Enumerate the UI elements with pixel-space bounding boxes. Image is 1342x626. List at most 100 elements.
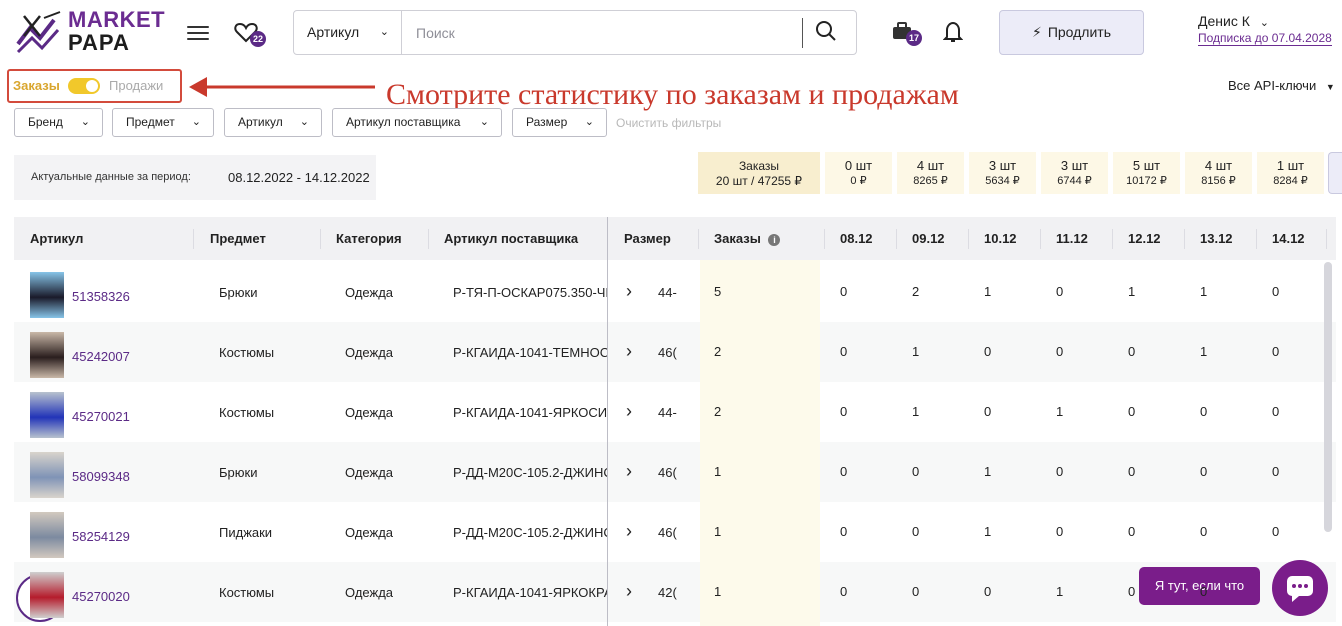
col-divider	[1112, 229, 1113, 249]
product-thumbnail[interactable]	[30, 392, 64, 438]
search-icon	[816, 21, 836, 41]
col-date[interactable]: 11.12	[1056, 217, 1088, 260]
chevron-down-icon: ⌄	[80, 116, 90, 128]
subscription-link[interactable]: Подписка до 07.04.2028	[1198, 31, 1332, 46]
summary-day: 0 шт 0 ₽	[825, 152, 892, 194]
cell-orders: 5	[714, 284, 722, 299]
table-scrollbar[interactable]	[1324, 262, 1332, 532]
favorites-button[interactable]: 22	[234, 21, 268, 47]
cell-category: Одежда	[345, 525, 394, 540]
notifications-badge: 17	[906, 30, 923, 46]
summary-value: 20 шт / 47255 ₽	[715, 174, 803, 188]
cell-day-orders: 1	[912, 344, 920, 359]
col-date[interactable]: 09.12	[912, 217, 945, 260]
expand-chevron-icon[interactable]: ›	[626, 521, 632, 542]
cell-day-orders: 1	[1200, 344, 1208, 359]
cell-supplier-article: Р-ДД-М20С-105.2-ДЖИНСОВЫЙ	[453, 465, 607, 480]
expand-chevron-icon[interactable]: ›	[626, 341, 632, 362]
filter-article[interactable]: Артикул ⌄	[224, 108, 322, 137]
info-icon[interactable]: i	[768, 233, 781, 246]
logo-icon[interactable]	[14, 8, 66, 58]
filter-brand[interactable]: Бренд ⌄	[14, 108, 103, 137]
prolong-button[interactable]: ⚡︎ Продлить	[999, 10, 1144, 55]
col-divider	[1184, 229, 1185, 249]
search-type-select[interactable]: Артикул ⌄	[294, 11, 402, 54]
search-button[interactable]	[814, 19, 844, 47]
expand-chevron-icon[interactable]: ›	[626, 461, 632, 482]
orders-column-highlight	[700, 260, 820, 626]
cell-day-orders: 0	[840, 404, 848, 419]
article-link[interactable]: 45270020	[72, 589, 130, 604]
orders-mode-label[interactable]: Заказы	[13, 78, 60, 93]
filter-supplier-article[interactable]: Артикул поставщика ⌄	[332, 108, 502, 137]
summary-day: 5 шт 10172 ₽	[1113, 152, 1180, 194]
summary-day: 3 шт 6744 ₽	[1041, 152, 1108, 194]
cell-supplier-article: Р-КГАИДА-1041-ЯРКОКРАСНЫЙ	[453, 585, 607, 600]
article-link[interactable]: 58254129	[72, 529, 130, 544]
product-thumbnail[interactable]	[30, 512, 64, 558]
favorites-badge: 22	[250, 31, 267, 47]
cell-day-orders: 1	[1128, 284, 1136, 299]
filter-size[interactable]: Размер ⌄	[512, 108, 607, 137]
cell-day-orders: 0	[1128, 404, 1136, 419]
prolong-label: Продлить	[1047, 24, 1112, 40]
chat-button[interactable]	[1272, 560, 1328, 616]
expand-chevron-icon[interactable]: ›	[626, 401, 632, 422]
logo-text: MARKET PAPA	[68, 8, 165, 54]
col-orders[interactable]: Заказы i	[714, 217, 781, 260]
col-size[interactable]: Размер	[624, 217, 671, 260]
col-article[interactable]: Артикул	[30, 217, 83, 260]
api-keys-select[interactable]: Все API-ключи ▼	[1228, 78, 1335, 93]
article-link[interactable]: 58099348	[72, 469, 130, 484]
orders-sales-switch[interactable]	[68, 78, 100, 94]
clear-filters-button[interactable]: Очистить фильтры	[616, 116, 721, 130]
article-link[interactable]: 51358326	[72, 289, 130, 304]
user-menu[interactable]: Денис К ⌄	[1198, 13, 1269, 29]
sales-mode-label[interactable]: Продажи	[109, 78, 163, 93]
product-thumbnail[interactable]	[30, 452, 64, 498]
col-category[interactable]: Категория	[336, 217, 402, 260]
cell-category: Одежда	[345, 285, 394, 300]
summary-day-sum: 0 ₽	[850, 175, 867, 187]
cell-day-orders: 1	[984, 524, 992, 539]
article-link[interactable]: 45270021	[72, 409, 130, 424]
cell-day-orders: 0	[912, 524, 920, 539]
cell-orders: 1	[714, 464, 722, 479]
summary-day-sum: 8156 ₽	[1201, 175, 1236, 187]
col-date[interactable]: 13.12	[1200, 217, 1233, 260]
expand-chevron-icon[interactable]: ›	[626, 281, 632, 302]
product-thumbnail[interactable]	[30, 572, 64, 618]
col-date[interactable]: 12.12	[1128, 217, 1161, 260]
summary-orders-total: Заказы 20 шт / 47255 ₽	[698, 152, 820, 194]
product-thumbnail[interactable]	[30, 272, 64, 318]
bell-button[interactable]	[942, 21, 965, 45]
col-date[interactable]: 08.12	[840, 217, 873, 260]
reports-button[interactable]: 17	[891, 20, 925, 48]
switch-knob	[86, 80, 98, 92]
cell-day-orders: 0	[984, 404, 992, 419]
cell-day-orders: 0	[984, 584, 992, 599]
search-input[interactable]	[404, 11, 796, 54]
cell-day-orders: 0	[840, 284, 848, 299]
summary-next-card[interactable]	[1328, 152, 1342, 194]
filter-label: Бренд	[28, 115, 63, 129]
filter-label: Размер	[526, 115, 568, 129]
cell-day-orders: 0	[1272, 284, 1280, 299]
period-label: Актуальные данные за период:	[31, 171, 191, 183]
col-subject[interactable]: Предмет	[210, 217, 266, 260]
col-divider	[698, 229, 699, 249]
expand-chevron-icon[interactable]: ›	[626, 581, 632, 602]
filter-label: Артикул поставщика	[346, 115, 461, 129]
col-divider	[1040, 229, 1041, 249]
col-date[interactable]: 10.12	[984, 217, 1017, 260]
article-link[interactable]: 45242007	[72, 349, 130, 364]
col-supplier-article[interactable]: Артикул поставщика	[444, 217, 578, 260]
product-thumbnail[interactable]	[30, 332, 64, 378]
summary-day-qty: 4 шт	[916, 158, 945, 173]
menu-icon[interactable]	[187, 22, 209, 42]
col-date[interactable]: 14.12	[1272, 217, 1305, 260]
filter-subject[interactable]: Предмет ⌄	[112, 108, 214, 137]
cell-supplier-article: Р-ТЯ-П-ОСКАР075.350-ЧЕРНЫЙ	[453, 285, 607, 300]
cell-size: 46(	[658, 465, 677, 480]
cell-day-orders: 1	[1056, 584, 1064, 599]
